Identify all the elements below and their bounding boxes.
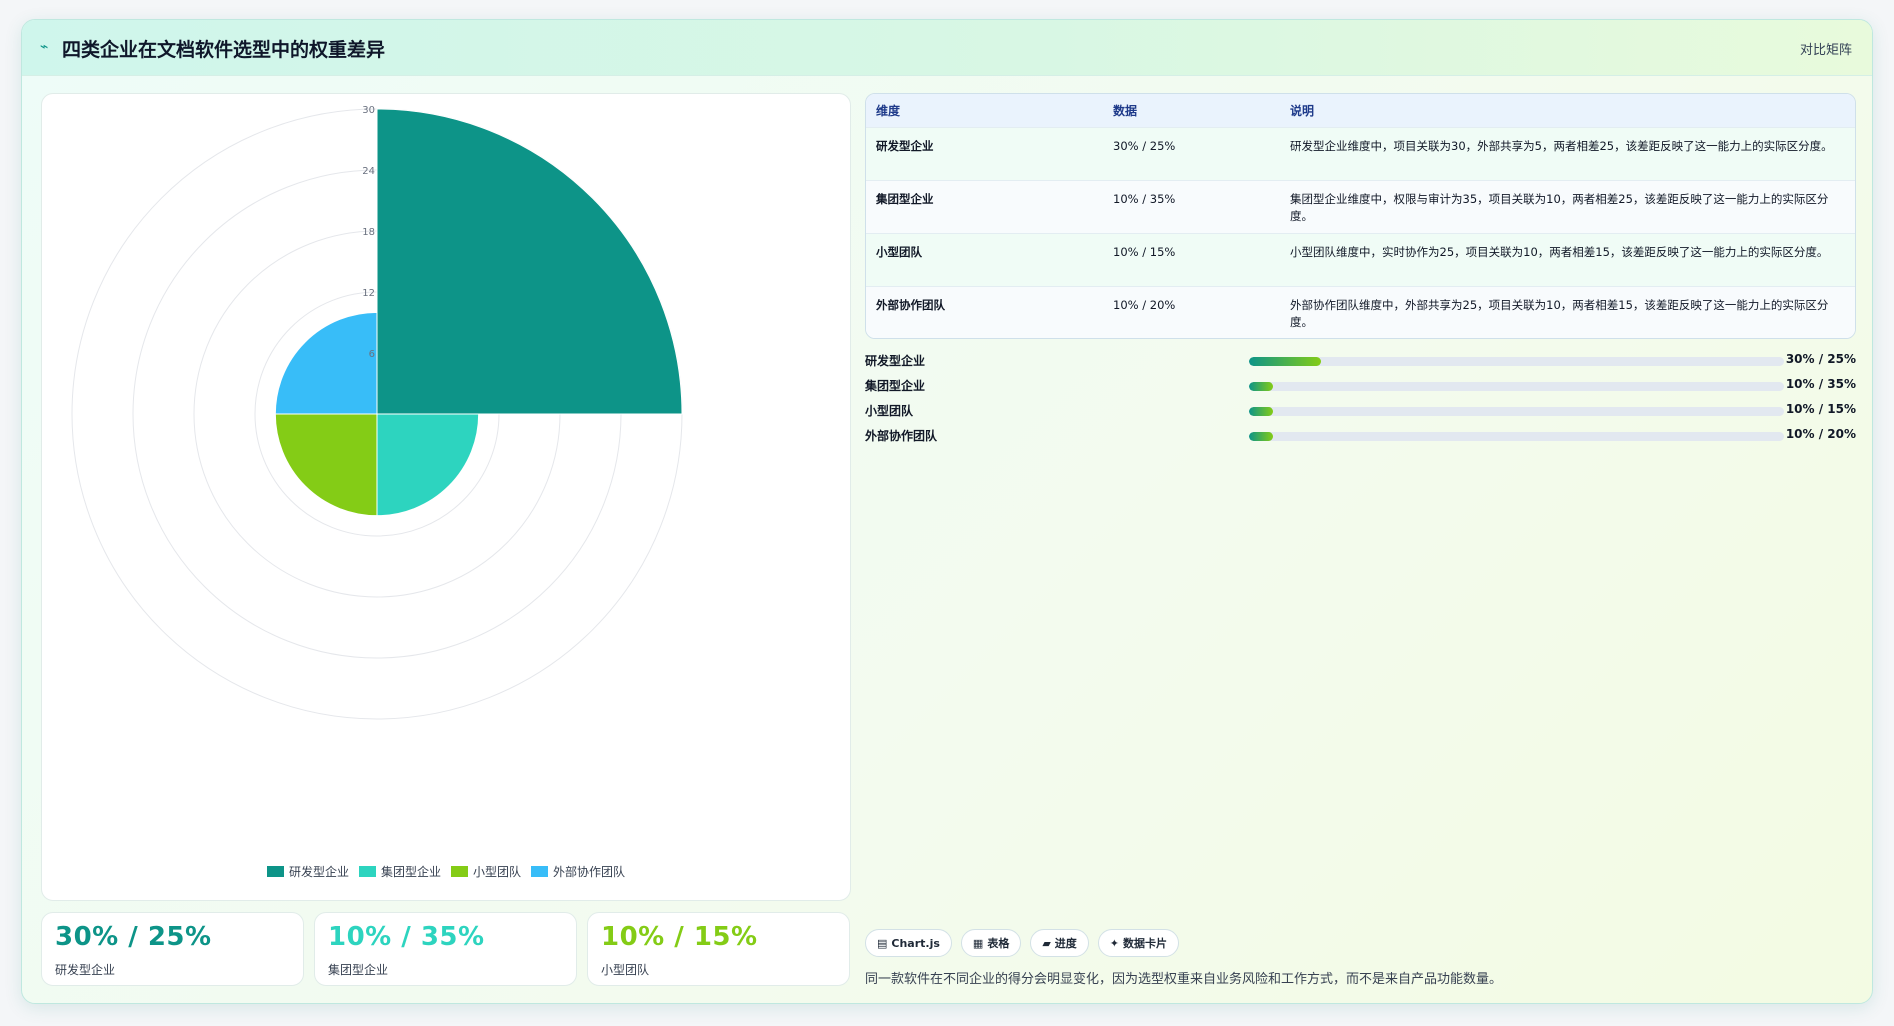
progress-label: 小型团队 xyxy=(865,404,914,418)
progress-list: 研发型企业 30% / 25% 集团型企业 10% / 35% 小型团队 10%… xyxy=(865,350,1856,450)
progress-track xyxy=(1249,407,1784,416)
main-card: ⌁ 四类企业在文档软件选型中的权重差异 对比矩阵 6 12 18 24 30 研发型企业… xyxy=(21,19,1873,1004)
legend-label: 集团型企业 xyxy=(380,865,441,879)
stat-value: 10% / 15% xyxy=(601,922,758,952)
cell-description: 外部协作团队维度中，外部共享为25，项目关联为10，两者相差15，该差距反映了这… xyxy=(1290,297,1829,329)
legend-item-small-team[interactable]: 小型团队 xyxy=(451,863,521,880)
stat-card-group: 10% / 35% 集团型企业 xyxy=(314,912,577,986)
chip-data-card[interactable]: ✦ 数据卡片 xyxy=(1097,929,1180,957)
progress-value: 10% / 20% xyxy=(1785,427,1856,441)
chip-progress[interactable]: ▰ 进度 xyxy=(1030,929,1089,957)
legend-item-rd[interactable]: 研发型企业 xyxy=(266,863,349,880)
cell-description: 小型团队维度中，实时协作为25，项目关联为10，两者相差15，该差距反映了这一能… xyxy=(1290,244,1829,259)
table-row: 集团型企业 10% / 35% 集团型企业维度中，权限与审计为35，项目关联为1… xyxy=(866,180,1855,233)
progress-track xyxy=(1249,432,1784,441)
cell-description: 研发型企业维度中，项目关联为30，外部共享为5，两者相差25，该差距反映了这一能… xyxy=(1290,138,1833,153)
progress-value: 30% / 25% xyxy=(1785,352,1856,366)
table-row: 外部协作团队 10% / 20% 外部协作团队维度中，外部共享为25，项目关联为… xyxy=(866,286,1855,338)
progress-label: 外部协作团队 xyxy=(865,429,938,443)
chart-icon: ▤ xyxy=(877,936,888,950)
chip-label: 数据卡片 xyxy=(1123,937,1168,950)
progress-row: 集团型企业 10% / 35% xyxy=(865,375,1856,400)
stat-value: 30% / 25% xyxy=(55,922,212,952)
polar-tick-label: 6 xyxy=(369,349,375,360)
table-icon: ▦ xyxy=(972,936,984,950)
page-title: 四类企业在文档软件选型中的权重差异 xyxy=(62,39,386,61)
stat-value: 10% / 35% xyxy=(328,922,485,952)
progress-row: 研发型企业 30% / 25% xyxy=(865,350,1856,375)
legend-swatch xyxy=(358,866,376,877)
progress-label: 集团型企业 xyxy=(865,379,926,393)
chip-label: 表格 xyxy=(987,937,1010,950)
progress-track xyxy=(1249,357,1784,366)
cell-dimension: 外部协作团队 xyxy=(876,297,945,312)
table-row: 小型团队 10% / 15% 小型团队维度中，实时协作为25，项目关联为10，两… xyxy=(866,233,1855,286)
cell-description: 集团型企业维度中，权限与审计为35，项目关联为10，两者相差25，该差距反映了这… xyxy=(1290,191,1829,223)
cell-dimension: 集团型企业 xyxy=(876,191,934,206)
legend-label: 外部协作团队 xyxy=(553,865,626,879)
comparison-matrix-link[interactable]: 对比矩阵 xyxy=(1800,39,1852,58)
chip-label: 进度 xyxy=(1054,937,1077,950)
progress-fill xyxy=(1249,357,1322,366)
progress-icon: ▰ xyxy=(1042,936,1051,950)
stat-label: 研发型企业 xyxy=(55,963,116,977)
polar-tick-label: 12 xyxy=(362,288,375,299)
polar-chart-panel: 6 12 18 24 30 研发型企业 集团型企业 小型团队 外部协作团队 xyxy=(41,93,851,901)
progress-row: 小型团队 10% / 15% xyxy=(865,400,1856,425)
legend-item-external[interactable]: 外部协作团队 xyxy=(531,863,625,880)
polar-tick-label: 30 xyxy=(362,105,375,116)
column-header: 说明 xyxy=(1290,103,1315,118)
chart-legend: 研发型企业 集团型企业 小型团队 外部协作团队 xyxy=(42,863,850,880)
progress-fill xyxy=(1249,382,1274,391)
legend-label: 研发型企业 xyxy=(288,865,349,879)
legend-swatch xyxy=(266,866,284,877)
comparison-table: 维度 数据 说明 研发型企业 30% / 25% 研发型企业维度中，项目关联为3… xyxy=(865,93,1856,339)
stat-label: 集团型企业 xyxy=(328,963,389,977)
progress-value: 10% / 35% xyxy=(1785,377,1856,391)
stat-card-small-team: 10% / 15% 小型团队 xyxy=(587,912,850,986)
progress-row: 外部协作团队 10% / 20% xyxy=(865,425,1856,450)
legend-swatch xyxy=(451,866,468,877)
progress-track xyxy=(1249,382,1784,391)
progress-fill xyxy=(1249,432,1274,441)
polar-tick-label: 24 xyxy=(362,166,375,177)
polar-sector[interactable] xyxy=(376,108,683,415)
header: ⌁ 四类企业在文档软件选型中的权重差异 对比矩阵 xyxy=(22,20,1872,76)
tag-chips: ▤ Chart.js ▦ 表格 ▰ 进度 ✦ 数据卡片 xyxy=(865,929,1180,957)
chip-chartjs[interactable]: ▤ Chart.js xyxy=(865,929,952,957)
cell-data: 10% / 20% xyxy=(1113,297,1176,312)
legend-swatch xyxy=(531,866,549,877)
table-header-row: 维度 数据 说明 xyxy=(866,94,1855,127)
cell-data: 10% / 15% xyxy=(1113,244,1176,259)
polar-tick-label: 18 xyxy=(362,227,375,238)
cell-data: 10% / 35% xyxy=(1113,191,1176,206)
progress-label: 研发型企业 xyxy=(865,354,926,368)
cell-dimension: 研发型企业 xyxy=(876,138,934,153)
column-header: 数据 xyxy=(1113,103,1138,118)
progress-value: 10% / 15% xyxy=(1785,402,1856,416)
column-header: 维度 xyxy=(876,103,901,118)
polar-area-chart: 6 12 18 24 30 xyxy=(71,105,683,720)
legend-item-group[interactable]: 集团型企业 xyxy=(358,863,441,880)
progress-fill xyxy=(1249,407,1274,416)
cell-dimension: 小型团队 xyxy=(876,244,922,259)
card-icon: ✦ xyxy=(1109,936,1120,950)
footnote: 同一款软件在不同企业的得分会明显变化，因为选型权重来自业务风险和工作方式，而不是… xyxy=(865,972,1503,987)
chip-label: Chart.js xyxy=(891,936,940,950)
legend-label: 小型团队 xyxy=(473,865,522,879)
chip-table[interactable]: ▦ 表格 xyxy=(960,929,1022,957)
stat-label: 小型团队 xyxy=(601,963,650,977)
chart-trend-icon: ⌁ xyxy=(40,39,49,55)
cell-data: 30% / 25% xyxy=(1113,138,1176,153)
table-row: 研发型企业 30% / 25% 研发型企业维度中，项目关联为30，外部共享为5，… xyxy=(866,127,1855,180)
stat-card-rd: 30% / 25% 研发型企业 xyxy=(41,912,304,986)
